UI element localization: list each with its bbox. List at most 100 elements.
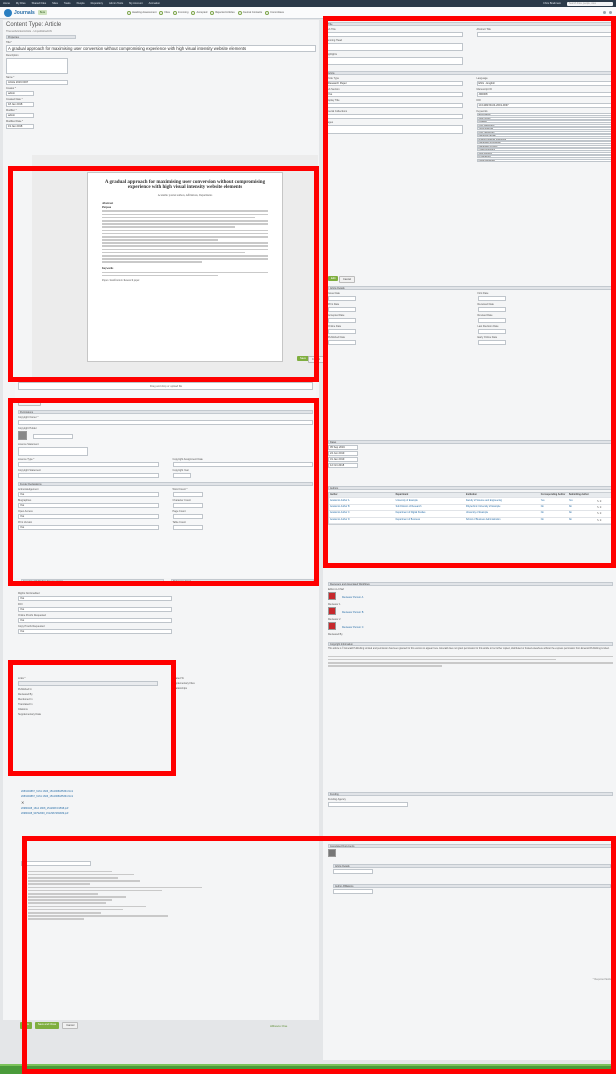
article-version-field[interactable] xyxy=(326,125,463,134)
online-proofs-select[interactable]: Yes xyxy=(18,618,172,623)
reviewer-link[interactable]: Reviewer Person C xyxy=(342,626,364,629)
nav-animation[interactable]: Animation xyxy=(149,2,161,5)
filter-committees[interactable]: Committees xyxy=(265,10,284,15)
issue-date-field[interactable]: 05 Sep 2019 xyxy=(328,445,358,450)
received-date-field[interactable]: 12 Oct 2018 xyxy=(328,463,358,468)
extra-field[interactable] xyxy=(333,889,373,894)
highlights-field[interactable] xyxy=(326,57,463,65)
file-link[interactable]: 20980408_90792693_1512967269389.pdf xyxy=(21,812,215,815)
file-link[interactable]: 2083494867_6161 1606_1512968185364.html xyxy=(21,795,215,798)
column-header xyxy=(597,494,611,496)
nav-my-account[interactable]: My Account xyxy=(129,2,142,5)
field-label: Copyright Owner * xyxy=(18,416,39,419)
nav-my-files[interactable]: My Files xyxy=(16,2,26,5)
creator-field[interactable]: admin xyxy=(6,91,34,96)
section-associated-documents[interactable]: Associated Documents xyxy=(328,844,613,848)
nav-admin-tools[interactable]: Admin Tools xyxy=(109,2,123,5)
upload-and-permissions: Drag and drop or upload file Browse a fi… xyxy=(15,378,316,578)
manuscript-id-field[interactable]: JD0008 xyxy=(476,92,613,97)
copyright-holder-field[interactable] xyxy=(33,433,73,439)
keywords-heading: Keywords xyxy=(102,267,114,270)
save-button[interactable]: Save xyxy=(20,1022,32,1029)
browse-file-button[interactable]: Browse a file xyxy=(18,399,41,406)
table-count-field[interactable] xyxy=(172,525,203,530)
reviewer-link[interactable]: Reviewer Person A xyxy=(342,596,363,599)
filter-awaiting[interactable]: Awaiting Assessment xyxy=(127,10,156,15)
file-link[interactable]: 2083494867_6161 1606_1512968185364.html xyxy=(21,790,215,793)
filter-contacts[interactable]: Journal Contacts xyxy=(237,10,262,15)
table-row[interactable]: Academic Author D Department of Business S… xyxy=(329,518,612,524)
edit-button[interactable]: Edit xyxy=(328,276,339,281)
global-search-input[interactable]: Search Files, people, sites xyxy=(567,1,613,6)
first-date-field[interactable]: 24 Jun 2019 xyxy=(328,451,358,456)
modified-date-field[interactable]: 19 Jan 2018 xyxy=(6,124,34,129)
section-author-affiliations[interactable]: Author Affiliations xyxy=(333,884,611,888)
doi-field[interactable]: 10.1108/JD-04-2019-0037 xyxy=(476,103,613,108)
section-permissions[interactable]: Permissions xyxy=(18,410,313,414)
print-date-field[interactable]: 31 Jan 2019 xyxy=(328,457,358,462)
nav-tasks[interactable]: Tasks xyxy=(64,2,71,5)
copyright-owner-select[interactable] xyxy=(18,420,313,425)
section-reviewers[interactable]: Reviewers and Associated Workflows xyxy=(328,582,613,586)
nav-sites[interactable]: Sites xyxy=(52,2,58,5)
copyright-year-field[interactable] xyxy=(172,473,191,478)
name-field[interactable]: Article 2019 0037 xyxy=(6,80,68,85)
section-article-details-2[interactable]: Article Details xyxy=(333,864,611,868)
copyright-statement-field[interactable] xyxy=(18,473,159,478)
nav-people[interactable]: People xyxy=(77,2,85,5)
section-properties[interactable]: Properties xyxy=(6,35,76,39)
created-date-field[interactable]: 18 Jan 2018 xyxy=(6,102,34,107)
section-funding[interactable]: Funding xyxy=(328,792,613,796)
delete-file-icon[interactable]: ✕ xyxy=(21,800,215,805)
date-input[interactable] xyxy=(477,340,506,345)
sub-section-select[interactable]: Yes xyxy=(326,92,463,97)
filter-accepted[interactable]: Accepted xyxy=(191,10,207,15)
copy-proofs-select[interactable]: Yes xyxy=(18,629,172,634)
help-icon[interactable] xyxy=(603,11,606,14)
title-field[interactable]: A gradual approach for maximising user c… xyxy=(6,45,316,52)
section-authors[interactable]: Authors xyxy=(328,486,613,490)
print-version-select[interactable]: Yes xyxy=(18,525,159,530)
licence-statement-field[interactable] xyxy=(18,447,88,456)
article-type-select[interactable]: Research Paper xyxy=(326,81,463,86)
modifier-field[interactable]: admin xyxy=(6,113,34,118)
language-select[interactable]: ENG - English xyxy=(476,81,613,86)
abstract-title-field[interactable] xyxy=(476,32,613,37)
cancel-edit-button[interactable]: Cancel xyxy=(339,276,356,283)
column-header: Corresponding Author xyxy=(540,494,566,497)
description-field[interactable] xyxy=(6,58,68,74)
nav-home[interactable]: Home xyxy=(3,2,10,5)
funding-agency-select[interactable] xyxy=(328,802,408,807)
cancel-button[interactable]: Cancel xyxy=(62,1022,79,1029)
reviewer-link[interactable]: Reviewer Person B xyxy=(342,611,363,614)
associated-documentation-heading[interactable]: Associated Publishing Documentation xyxy=(21,579,164,583)
settings-icon[interactable] xyxy=(609,11,612,14)
doi-select[interactable]: Yes xyxy=(18,607,172,612)
file-link[interactable]: 20980408_1614 1808_1512968 19598.pdf xyxy=(21,807,215,810)
preview-cancel-button[interactable]: Cancel xyxy=(308,356,325,363)
nav-shared-files[interactable]: Shared Files xyxy=(32,2,47,5)
save-and-close-button[interactable]: Save and Close xyxy=(34,1022,60,1029)
section-copyright[interactable]: Copyright Information xyxy=(328,642,613,646)
special-collections-select[interactable] xyxy=(326,114,463,119)
user-menu[interactable]: Chris Bradmam xyxy=(543,2,561,6)
edit-delete-icon[interactable]: ✎ ✕ xyxy=(597,500,611,503)
file-drop-zone[interactable]: Drag and drop or upload file xyxy=(18,382,313,390)
filter-rejected[interactable]: Rejected Articles xyxy=(210,10,235,15)
sub-title-field[interactable] xyxy=(326,32,463,37)
edit-delete-icon[interactable]: ✎ ✕ xyxy=(597,512,611,515)
field-label: Links * xyxy=(18,677,26,680)
date-input[interactable] xyxy=(328,340,356,345)
keyword-item[interactable]: Digital marketing xyxy=(476,158,613,162)
running-head-field[interactable] xyxy=(326,43,463,51)
edit-delete-icon[interactable]: ✎ ✕ xyxy=(597,519,611,522)
filter-incoming[interactable]: Incoming xyxy=(172,10,188,15)
display-title-select[interactable] xyxy=(326,103,463,108)
edit-delete-icon[interactable]: ✎ ✕ xyxy=(597,506,611,509)
filter-files[interactable]: Files xyxy=(159,10,170,15)
section-dates[interactable]: Dates xyxy=(328,440,613,444)
links-field[interactable] xyxy=(18,681,158,686)
rights-select[interactable]: Yes xyxy=(18,596,172,601)
extra-field[interactable] xyxy=(333,869,373,874)
nav-repository[interactable]: Repository xyxy=(91,2,103,5)
